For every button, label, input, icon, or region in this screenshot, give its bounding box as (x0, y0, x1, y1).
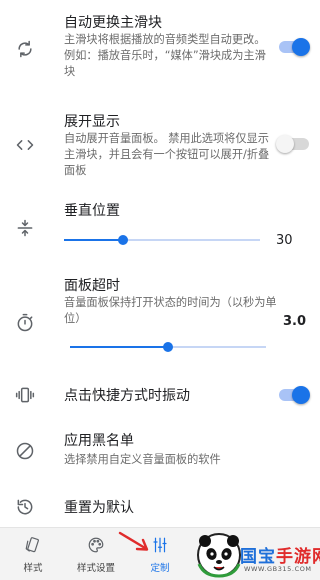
slider-thumb[interactable] (163, 342, 173, 352)
expand-toggle[interactable] (276, 135, 310, 153)
setting-title: 展开显示 (64, 114, 120, 130)
setting-description: 选择禁用自定义音量面板的软件 (64, 453, 221, 466)
slider-thumb[interactable] (117, 235, 128, 245)
vertical-position-icon (14, 217, 36, 239)
setting-title: 面板超时 (64, 278, 120, 294)
watermark-title-a: 国宝 (240, 547, 276, 567)
auto-switch-toggle[interactable] (276, 38, 310, 56)
setting-app-blacklist[interactable]: 应用黑名单 选择禁用自定义音量面板的软件 (0, 425, 320, 480)
setting-description: 自动展开音量面板。 禁用此选项将仅显示主滑块，并且会有一个按钮可以展开/折叠面板 (64, 132, 270, 177)
timer-icon (14, 312, 36, 334)
watermark-title-b: 手游网 (276, 547, 320, 567)
panel-timeout-slider[interactable] (70, 339, 266, 355)
setting-title: 点击快捷方式时振动 (64, 388, 190, 404)
tab-label: 样式设置 (76, 562, 115, 574)
setting-expand[interactable]: 展开显示 自动展开音量面板。 禁用此选项将仅显示主滑块，并且会有一个按钮可以展开… (0, 105, 320, 185)
panda-logo-icon (197, 533, 241, 578)
expand-code-icon (14, 134, 36, 156)
sync-icon (14, 38, 36, 60)
setting-title: 重置为默认 (64, 500, 134, 516)
annotation-arrow-icon (118, 531, 149, 551)
site-watermark: 国宝手游网 WWW.GB315.COM (196, 530, 320, 580)
watermark-title: 国宝手游网 (240, 542, 320, 567)
block-icon (14, 440, 36, 462)
setting-title: 自动更换主滑块 (64, 15, 162, 31)
tab-label: 样式 (23, 562, 43, 574)
tab-style[interactable]: 样式 (12, 528, 54, 580)
vertical-position-slider[interactable] (64, 232, 260, 248)
vibrate-toggle[interactable] (276, 386, 310, 404)
tab-label: 定制 (150, 562, 170, 574)
setting-reset[interactable]: 重置为默认 (0, 490, 320, 526)
vertical-position-value: 30 (276, 233, 293, 248)
setting-description: 音量面板保持打开状态的时间为（以秒为单位） (64, 296, 277, 325)
vibrate-icon (14, 384, 36, 406)
setting-title: 垂直位置 (64, 203, 120, 219)
style-icon (25, 536, 39, 552)
palette-icon (88, 537, 104, 552)
tab-style-settings[interactable]: 样式设置 (68, 528, 124, 580)
setting-title: 应用黑名单 (64, 433, 134, 449)
watermark-url: WWW.GB315.COM (244, 565, 312, 573)
panel-timeout-value: 3.0 (283, 314, 307, 329)
setting-description: 主滑块将根据播放的音频类型自动更改。例如：播放音乐时，“媒体”滑块成为主滑块 (64, 33, 266, 78)
restore-icon (14, 496, 36, 518)
tune-icon (153, 537, 167, 552)
setting-auto-switch[interactable]: 自动更换主滑块 主滑块将根据播放的音频类型自动更改。例如：播放音乐时，“媒体”滑… (0, 0, 320, 100)
setting-panel-timeout: 面板超时 音量面板保持打开状态的时间为（以秒为单位） 3.0 (0, 270, 320, 360)
setting-vertical-position: 垂直位置 30 (0, 195, 320, 260)
setting-vibrate[interactable]: 点击快捷方式时振动 (0, 375, 320, 415)
